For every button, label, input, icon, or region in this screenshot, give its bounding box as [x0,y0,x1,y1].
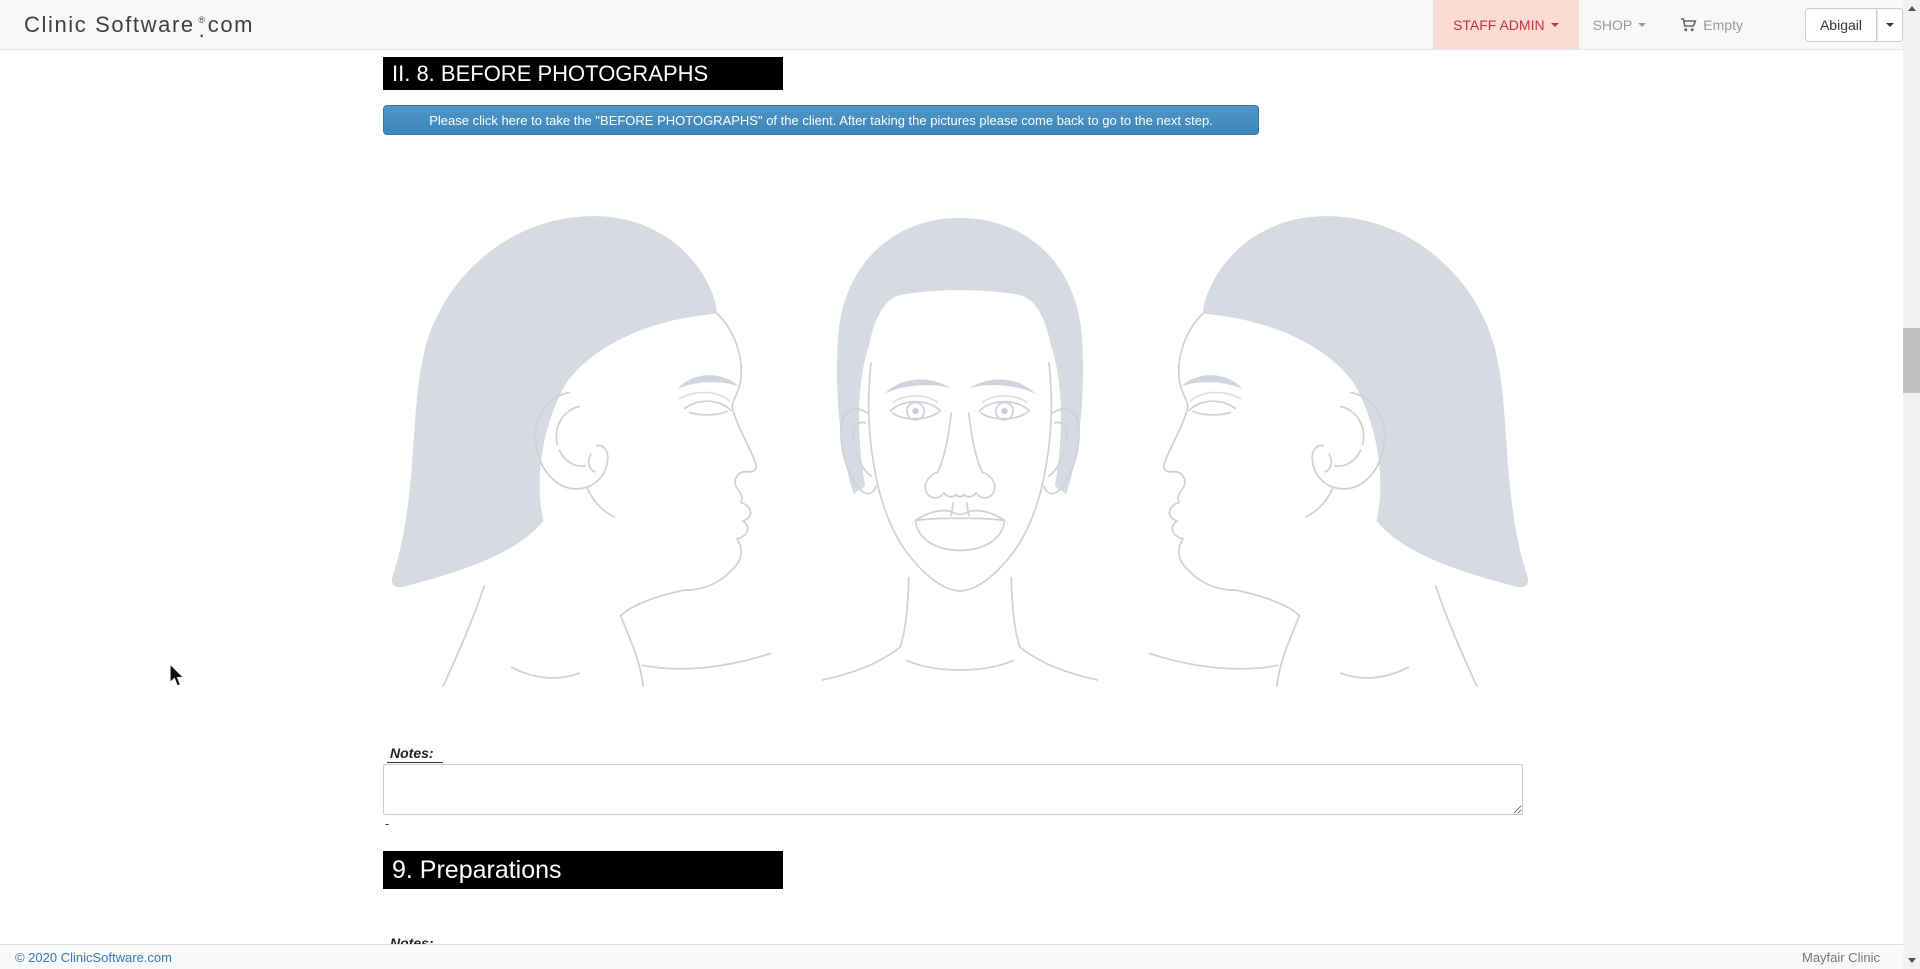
scrollbar-thumb[interactable] [1903,328,1920,393]
brand-logo[interactable]: Clinic Software®.com [24,0,254,49]
footer: © 2020 ClinicSoftware.com Mayfair Clinic [0,944,1903,969]
scrollbar-down-button[interactable] [1903,952,1920,969]
notes-label: Notes: [387,745,443,763]
cart-icon [1680,17,1697,33]
registered-mark: ®. [196,16,208,34]
footer-copyright-link[interactable]: © 2020 ClinicSoftware.com [15,950,172,965]
footer-clinic-name: Mayfair Clinic [1802,950,1880,965]
cart-status: Empty [1703,17,1743,33]
face-sketches [375,203,1545,687]
user-button[interactable]: Abigail [1805,8,1877,42]
user-caret-button[interactable] [1877,8,1903,42]
section-header-preparations: 9. Preparations [383,851,783,889]
staff-admin-label: STAFF ADMIN [1453,17,1545,33]
caret-down-icon [1638,23,1646,27]
caret-down-icon [1551,23,1559,27]
triangle-up-icon [1908,6,1916,11]
before-photos-instruction-button[interactable]: Please click here to take the "BEFORE PH… [383,105,1259,135]
caret-down-icon [1886,23,1894,27]
notes-textarea[interactable] [383,764,1523,815]
user-name: Abigail [1820,17,1862,33]
top-navbar: Clinic Software®.com STAFF ADMIN SHOP Em… [0,0,1920,50]
shop-label: SHOP [1593,17,1633,33]
face-sketch-front [815,203,1105,687]
user-split-button: Abigail [1805,0,1903,49]
shop-menu[interactable]: SHOP [1593,0,1647,49]
face-sketch-right-profile [1147,203,1537,687]
section-header-before-photographs: II. 8. BEFORE PHOTOGRAPHS [383,57,783,90]
triangle-down-icon [1908,958,1916,963]
collapsed-dash: - [385,816,389,831]
face-sketch-left-profile [383,203,773,687]
mouse-cursor-icon [169,663,187,689]
brand-name: Clinic Software [24,12,195,38]
brand-tld: com [208,12,254,38]
scrollbar-up-button[interactable] [1903,0,1920,17]
scrollbar[interactable] [1903,0,1920,969]
navbar-right: STAFF ADMIN SHOP Empty Abigail [1433,0,1903,49]
cart-button[interactable]: Empty [1680,0,1743,49]
staff-admin-menu[interactable]: STAFF ADMIN [1433,0,1579,49]
